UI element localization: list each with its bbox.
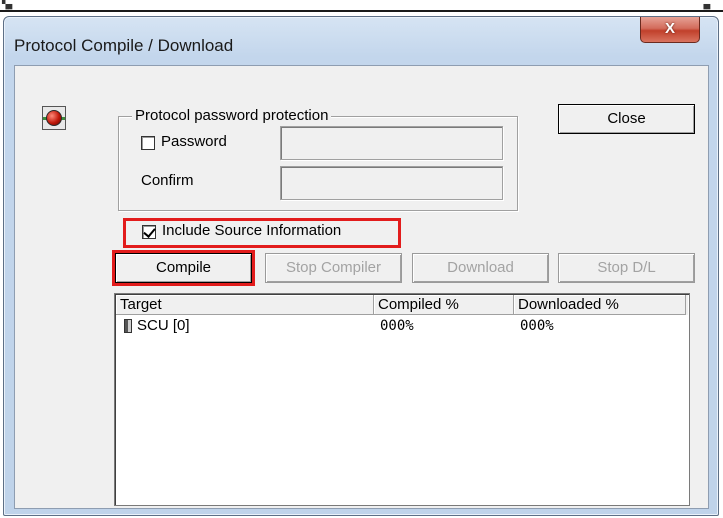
dialog-window: Protocol Compile / Download X Protocol p… [3, 16, 719, 516]
corner-mark-left: ▚▖ [2, 0, 16, 9]
download-button[interactable]: Download [412, 253, 549, 283]
table-row[interactable]: SCU [0] 000% 000% [116, 316, 688, 336]
column-compiled[interactable]: Compiled % [374, 295, 514, 315]
column-target[interactable]: Target [116, 295, 374, 315]
confirm-label: Confirm [141, 172, 194, 189]
corner-mark-right: ▗▖ [700, 0, 714, 9]
window-title: Protocol Compile / Download [14, 36, 234, 55]
close-button[interactable]: Close [558, 104, 695, 134]
window-close-icon[interactable]: X [640, 17, 700, 43]
include-source-checkbox[interactable] [142, 225, 156, 239]
row-downloaded: 000% [520, 318, 554, 334]
list-header: Target Compiled % Downloaded % [116, 295, 688, 315]
column-downloaded[interactable]: Downloaded % [514, 295, 686, 315]
device-icon [124, 319, 132, 333]
led-light [46, 110, 62, 126]
include-source-label[interactable]: Include Source Information [162, 222, 341, 239]
password-checkbox[interactable] [141, 136, 155, 150]
title-bar[interactable]: Protocol Compile / Download X [4, 17, 718, 67]
compile-highlight [112, 250, 255, 286]
confirm-password-field[interactable] [280, 166, 503, 200]
red-led-icon [42, 106, 66, 130]
password-field[interactable] [280, 126, 503, 160]
dialog-client-area: Protocol password protection Password Co… [14, 65, 709, 509]
stop-download-button[interactable]: Stop D/L [558, 253, 695, 283]
row-target: SCU [0] [137, 317, 190, 334]
page-header-rule [0, 10, 723, 12]
password-group-legend: Protocol password protection [132, 107, 332, 124]
target-list[interactable]: Target Compiled % Downloaded % SCU [0] 0… [114, 293, 690, 506]
stop-compiler-button[interactable]: Stop Compiler [265, 253, 402, 283]
row-compiled: 000% [380, 318, 414, 334]
password-label[interactable]: Password [161, 133, 227, 150]
